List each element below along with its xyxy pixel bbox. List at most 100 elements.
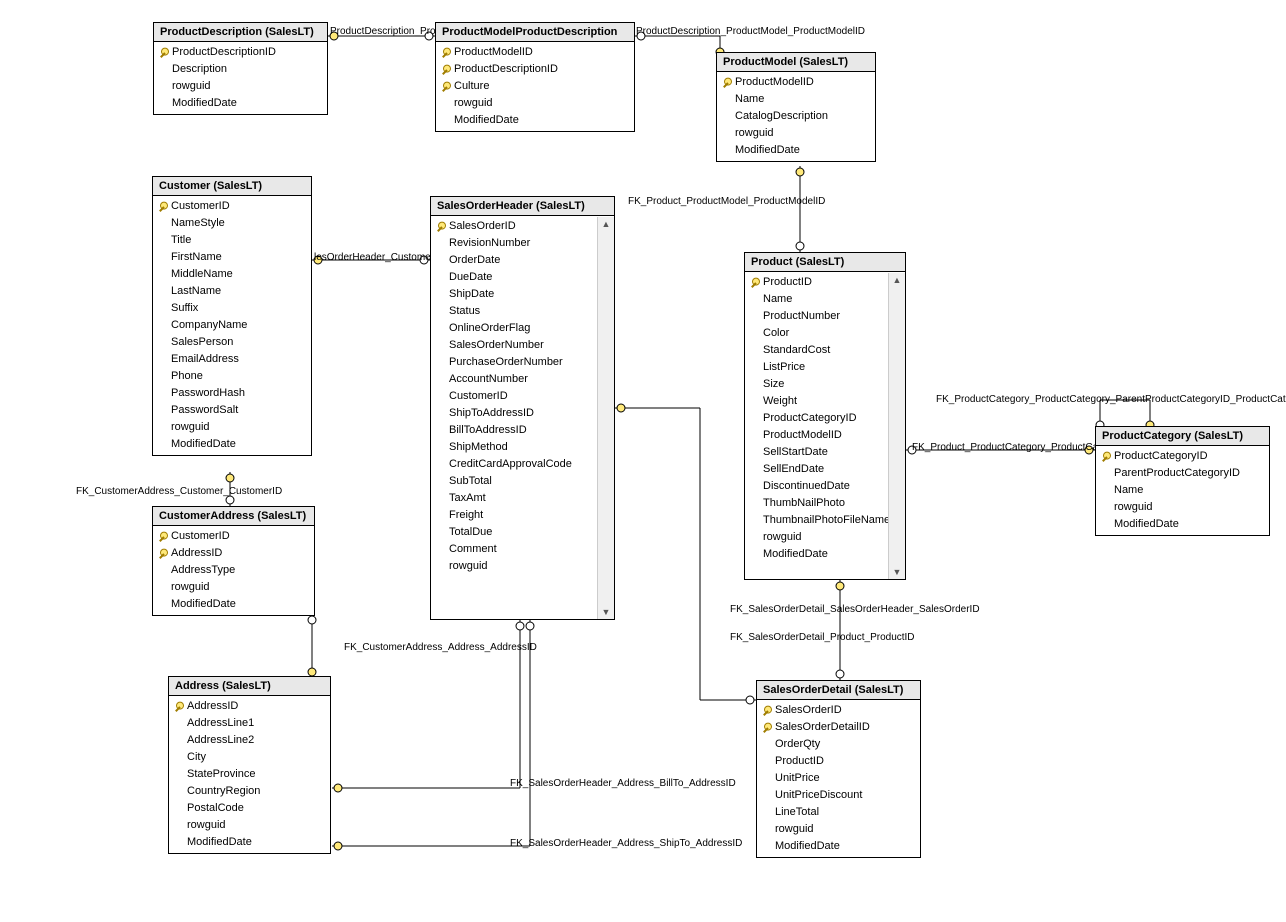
table-ProductDescription[interactable]: ProductDescription (SalesLT) ProductDesc…: [153, 22, 328, 115]
table-ProductModelProductDescription[interactable]: ProductModelProductDescription ProductMo…: [435, 22, 635, 132]
scroll-down-icon[interactable]: ▼: [889, 565, 905, 579]
table-column[interactable]: AddressType: [153, 562, 314, 579]
table-column[interactable]: City: [169, 749, 330, 766]
table-column[interactable]: ModifiedDate: [757, 838, 920, 855]
scroll-up-icon[interactable]: ▲: [598, 217, 614, 231]
table-column[interactable]: ShipToAddressID: [431, 405, 598, 422]
table-column[interactable]: NameStyle: [153, 215, 311, 232]
table-column[interactable]: SellEndDate: [745, 461, 889, 478]
table-column[interactable]: SubTotal: [431, 473, 598, 490]
table-column[interactable]: ModifiedDate: [745, 546, 889, 563]
table-column[interactable]: CompanyName: [153, 317, 311, 334]
table-column[interactable]: CustomerID: [431, 388, 598, 405]
table-column[interactable]: Name: [1096, 482, 1269, 499]
table-column[interactable]: StateProvince: [169, 766, 330, 783]
table-title[interactable]: ProductDescription (SalesLT): [154, 23, 327, 42]
table-column[interactable]: SellStartDate: [745, 444, 889, 461]
table-column[interactable]: ProductNumber: [745, 308, 889, 325]
table-column[interactable]: ModifiedDate: [153, 436, 311, 453]
table-column[interactable]: Description: [154, 61, 327, 78]
table-column[interactable]: ModifiedDate: [169, 834, 330, 851]
table-column[interactable]: DueDate: [431, 269, 598, 286]
table-column[interactable]: AddressLine1: [169, 715, 330, 732]
table-SalesOrderHeader[interactable]: SalesOrderHeader (SalesLT) SalesOrderIDR…: [430, 196, 615, 620]
table-title[interactable]: ProductCategory (SalesLT): [1096, 427, 1269, 446]
table-scrollbar[interactable]: ▲ ▼: [888, 273, 905, 579]
table-column[interactable]: Color: [745, 325, 889, 342]
table-column[interactable]: OnlineOrderFlag: [431, 320, 598, 337]
table-column[interactable]: SalesOrderID: [757, 702, 920, 719]
table-column[interactable]: ProductModelID: [745, 427, 889, 444]
table-column[interactable]: PurchaseOrderNumber: [431, 354, 598, 371]
table-column[interactable]: FirstName: [153, 249, 311, 266]
table-SalesOrderDetail[interactable]: SalesOrderDetail (SalesLT) SalesOrderIDS…: [756, 680, 921, 858]
table-column[interactable]: CatalogDescription: [717, 108, 875, 125]
table-column[interactable]: PasswordSalt: [153, 402, 311, 419]
table-scrollbar[interactable]: ▲ ▼: [597, 217, 614, 619]
table-column[interactable]: ModifiedDate: [1096, 516, 1269, 533]
table-column[interactable]: Name: [717, 91, 875, 108]
table-column[interactable]: PostalCode: [169, 800, 330, 817]
table-column[interactable]: LastName: [153, 283, 311, 300]
table-CustomerAddress[interactable]: CustomerAddress (SalesLT) CustomerID Addr…: [152, 506, 315, 616]
table-title[interactable]: SalesOrderHeader (SalesLT): [431, 197, 614, 216]
table-column[interactable]: rowguid: [1096, 499, 1269, 516]
table-column[interactable]: AddressID: [169, 698, 330, 715]
table-column[interactable]: RevisionNumber: [431, 235, 598, 252]
table-column[interactable]: Comment: [431, 541, 598, 558]
table-column[interactable]: ProductCategoryID: [1096, 448, 1269, 465]
table-Address[interactable]: Address (SalesLT) AddressIDAddressLine1A…: [168, 676, 331, 854]
table-column[interactable]: SalesOrderID: [431, 218, 598, 235]
table-column[interactable]: ListPrice: [745, 359, 889, 376]
table-column[interactable]: ProductID: [745, 274, 889, 291]
table-column[interactable]: ModifiedDate: [717, 142, 875, 159]
table-column[interactable]: PasswordHash: [153, 385, 311, 402]
scroll-up-icon[interactable]: ▲: [889, 273, 905, 287]
table-column[interactable]: CustomerID: [153, 528, 314, 545]
table-column[interactable]: DiscontinuedDate: [745, 478, 889, 495]
table-column[interactable]: ShipDate: [431, 286, 598, 303]
table-column[interactable]: rowguid: [745, 529, 889, 546]
table-column[interactable]: TaxAmt: [431, 490, 598, 507]
table-column[interactable]: ProductDescriptionID: [436, 61, 634, 78]
table-ProductModel[interactable]: ProductModel (SalesLT) ProductModelIDNam…: [716, 52, 876, 162]
table-title[interactable]: SalesOrderDetail (SalesLT): [757, 681, 920, 700]
table-column[interactable]: SalesPerson: [153, 334, 311, 351]
table-column[interactable]: ProductModelID: [717, 74, 875, 91]
table-column[interactable]: Status: [431, 303, 598, 320]
table-Customer[interactable]: Customer (SalesLT) CustomerIDNameStyleTi…: [152, 176, 312, 456]
table-column[interactable]: BillToAddressID: [431, 422, 598, 439]
table-column[interactable]: rowguid: [717, 125, 875, 142]
table-column[interactable]: AddressLine2: [169, 732, 330, 749]
table-column[interactable]: OrderDate: [431, 252, 598, 269]
table-column[interactable]: ProductCategoryID: [745, 410, 889, 427]
table-column[interactable]: Culture: [436, 78, 634, 95]
table-column[interactable]: Name: [745, 291, 889, 308]
table-column[interactable]: StandardCost: [745, 342, 889, 359]
table-column[interactable]: rowguid: [153, 579, 314, 596]
table-title[interactable]: ProductModel (SalesLT): [717, 53, 875, 72]
table-column[interactable]: TotalDue: [431, 524, 598, 541]
table-column[interactable]: CountryRegion: [169, 783, 330, 800]
table-column[interactable]: Suffix: [153, 300, 311, 317]
table-column[interactable]: rowguid: [153, 419, 311, 436]
table-column[interactable]: rowguid: [169, 817, 330, 834]
table-column[interactable]: rowguid: [154, 78, 327, 95]
table-column[interactable]: rowguid: [436, 95, 634, 112]
table-title[interactable]: Address (SalesLT): [169, 677, 330, 696]
table-title[interactable]: ProductModelProductDescription: [436, 23, 634, 42]
table-column[interactable]: AccountNumber: [431, 371, 598, 388]
table-column[interactable]: SalesOrderNumber: [431, 337, 598, 354]
table-column[interactable]: ShipMethod: [431, 439, 598, 456]
table-column[interactable]: Phone: [153, 368, 311, 385]
table-column[interactable]: CustomerID: [153, 198, 311, 215]
table-column[interactable]: Weight: [745, 393, 889, 410]
table-column[interactable]: Title: [153, 232, 311, 249]
table-column[interactable]: UnitPrice: [757, 770, 920, 787]
table-title[interactable]: Product (SalesLT): [745, 253, 905, 272]
table-title[interactable]: CustomerAddress (SalesLT): [153, 507, 314, 526]
table-column[interactable]: CreditCardApprovalCode: [431, 456, 598, 473]
table-column[interactable]: SalesOrderDetailID: [757, 719, 920, 736]
table-column[interactable]: ProductDescriptionID: [154, 44, 327, 61]
table-column[interactable]: ModifiedDate: [436, 112, 634, 129]
